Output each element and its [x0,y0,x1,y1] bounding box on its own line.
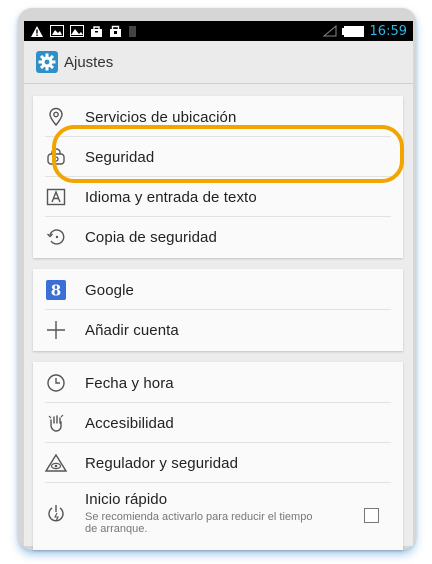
hand-icon [45,412,67,434]
svg-text:8: 8 [51,282,61,300]
settings-item-label: Inicio rápido [85,491,168,508]
lock-icon [45,146,67,168]
settings-item-label: Accesibilidad [85,414,174,432]
settings-item-date-time[interactable]: Fecha y hora [33,363,403,403]
power-icon [45,502,67,524]
settings-item-label: Idioma y entrada de texto [85,188,257,206]
status-bar: 16:59 [24,21,413,41]
settings-gear-icon[interactable] [36,51,58,73]
signal-icon [322,25,337,37]
status-time: 16:59 [369,23,407,39]
google-icon: 8 [45,279,67,301]
settings-item-accessibility[interactable]: Accesibilidad [33,403,403,443]
bag-icon [90,25,103,38]
sd-card-icon [128,25,137,37]
settings-item-add-account[interactable]: Añadir cuenta [33,310,403,350]
action-bar: Ajustes [24,41,413,84]
settings-item-security[interactable]: Seguridad [33,137,403,177]
settings-item-summary: Se recomienda activarlo para reducir el … [85,511,313,535]
clock-icon [45,372,67,394]
settings-item-language[interactable]: Idioma y entrada de texto [33,177,403,217]
settings-item-regulator[interactable]: Regulador y seguridad [33,443,403,483]
settings-group-1: Servicios de ubicación Seguridad Idioma … [33,96,403,258]
gallery-icon [70,25,84,37]
restore-icon [45,226,67,248]
action-bar-title: Ajustes [64,53,114,71]
settings-item-label: Google [85,281,134,299]
battery-icon [341,25,364,37]
settings-item-backup[interactable]: Copia de seguridad [33,217,403,257]
keyboard-a-icon [45,186,67,208]
warning-icon [30,25,44,38]
settings-item-label: Regulador y seguridad [85,454,239,472]
warning-eye-icon [45,452,67,474]
settings-item-google[interactable]: 8 Google [33,270,403,310]
settings-item-label: Añadir cuenta [85,321,179,339]
store-icon [109,25,122,38]
settings-item-label: Seguridad [85,148,155,166]
image-icon [50,25,64,37]
settings-item-label: Servicios de ubicación [85,108,237,126]
quick-boot-checkbox[interactable] [364,508,379,523]
settings-group-2: 8 Google Añadir cuenta [33,269,403,351]
location-icon [45,106,67,128]
settings-group-3: Fecha y hora Accesibilidad Regulador y s… [33,362,403,550]
settings-item-location[interactable]: Servicios de ubicación [33,97,403,137]
plus-icon [45,319,67,341]
settings-item-quick-boot[interactable]: Inicio rápido Se recomienda activarlo pa… [33,483,403,543]
settings-item-label: Fecha y hora [85,374,174,392]
settings-item-label: Copia de seguridad [85,228,217,246]
